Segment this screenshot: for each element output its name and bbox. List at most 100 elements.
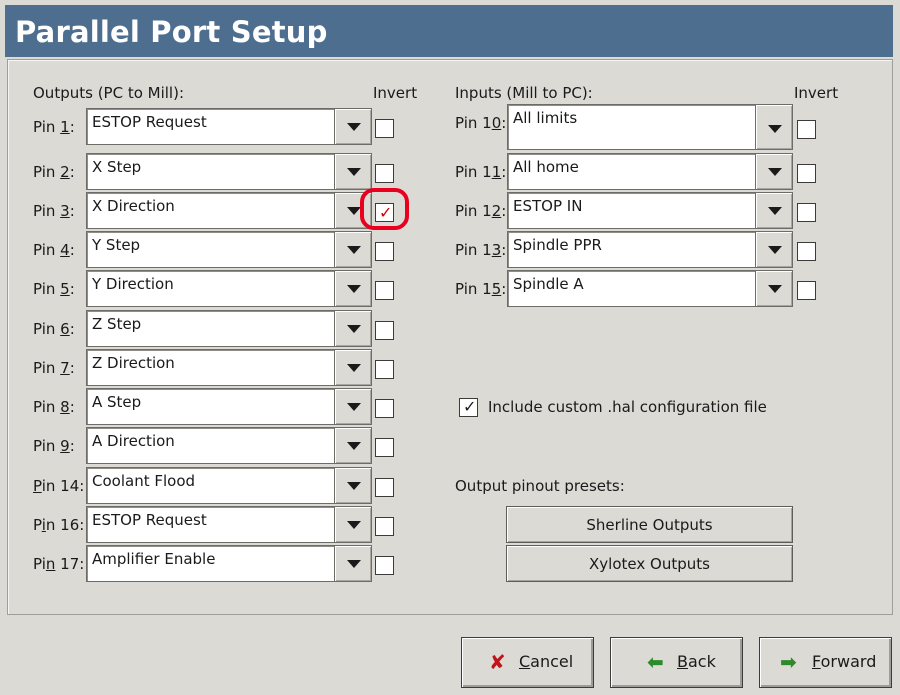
outputs-pin-combo[interactable]: Y Direction [86, 270, 372, 307]
forward-label: Forward [812, 652, 877, 671]
combo-dropdown-button[interactable] [334, 270, 372, 307]
chevron-down-icon [347, 285, 361, 293]
outputs-pin-value: Amplifier Enable [92, 550, 216, 568]
outputs-invert-header: Invert [373, 84, 418, 102]
outputs-pin-combo[interactable]: X Step [86, 153, 372, 190]
checkmark-icon: ✓ [463, 397, 477, 416]
outputs-pin-combo[interactable]: ESTOP Request [86, 506, 372, 543]
combo-dropdown-button[interactable] [334, 310, 372, 347]
chevron-down-icon [347, 123, 361, 131]
inputs-pin-combo[interactable]: ESTOP IN [507, 192, 793, 229]
chevron-down-icon [347, 207, 361, 215]
annotation-highlight-circle [360, 188, 409, 230]
x-icon: ✘ [489, 650, 506, 674]
inputs-invert-header: Invert [794, 84, 839, 102]
outputs-pin-combo[interactable]: Z Step [86, 310, 372, 347]
inputs-pin-label: Pin 15: [455, 280, 507, 298]
outputs-invert-checkbox[interactable] [375, 119, 394, 138]
xylotex-outputs-button[interactable]: Xylotex Outputs [506, 545, 793, 582]
outputs-invert-checkbox[interactable] [375, 399, 394, 418]
outputs-pin-value: Y Step [92, 236, 141, 254]
outputs-invert-checkbox[interactable] [375, 242, 394, 261]
outputs-pin-label: Pin 5: [33, 280, 75, 298]
chevron-down-icon [768, 285, 782, 293]
outputs-pin-value: Z Direction [92, 354, 175, 372]
outputs-invert-checkbox[interactable] [375, 360, 394, 379]
inputs-invert-checkbox[interactable] [797, 120, 816, 139]
inputs-invert-checkbox[interactable] [797, 164, 816, 183]
outputs-invert-checkbox[interactable] [375, 438, 394, 457]
outputs-invert-checkbox[interactable] [375, 556, 394, 575]
chevron-down-icon [347, 560, 361, 568]
presets-header: Output pinout presets: [455, 477, 625, 495]
combo-dropdown-button[interactable] [334, 349, 372, 386]
custom-hal-label: Include custom .hal configuration file [488, 398, 767, 416]
inputs-pin-label: Pin 11: [455, 163, 507, 181]
title-bar: Parallel Port Setup [5, 5, 893, 57]
inputs-header: Inputs (Mill to PC): [455, 84, 593, 102]
combo-dropdown-button[interactable] [334, 427, 372, 464]
outputs-pin-value: ESTOP Request [92, 113, 207, 131]
outputs-pin-value: X Direction [92, 197, 175, 215]
inputs-pin-label: Pin 12: [455, 202, 507, 220]
combo-dropdown-button[interactable] [755, 192, 793, 229]
chevron-down-icon [347, 168, 361, 176]
outputs-pin-combo[interactable]: Z Direction [86, 349, 372, 386]
outputs-invert-checkbox[interactable] [375, 281, 394, 300]
outputs-pin-value: X Step [92, 158, 142, 176]
outputs-pin-combo[interactable]: X Direction [86, 192, 372, 229]
outputs-pin-label: Pin 2: [33, 163, 75, 181]
combo-dropdown-button[interactable] [334, 545, 372, 582]
outputs-pin-combo[interactable]: ESTOP Request [86, 108, 372, 145]
chevron-down-icon [768, 246, 782, 254]
inputs-pin-combo[interactable]: Spindle PPR [507, 231, 793, 268]
forward-button[interactable]: ➡ Forward [759, 637, 892, 688]
cancel-button[interactable]: ✘ Cancel [461, 637, 594, 688]
inputs-pin-combo[interactable]: All home [507, 153, 793, 190]
combo-dropdown-button[interactable] [755, 231, 793, 268]
outputs-header: Outputs (PC to Mill): [33, 84, 185, 102]
combo-dropdown-button[interactable] [755, 153, 793, 190]
combo-dropdown-button[interactable] [334, 467, 372, 504]
outputs-pin-combo[interactable]: Y Step [86, 231, 372, 268]
outputs-pin-label: Pin 7: [33, 359, 75, 377]
combo-dropdown-button[interactable] [334, 153, 372, 190]
chevron-down-icon [347, 521, 361, 529]
combo-dropdown-button[interactable] [755, 270, 793, 307]
inputs-invert-checkbox[interactable] [797, 203, 816, 222]
outputs-pin-value: A Direction [92, 432, 175, 450]
outputs-invert-checkbox[interactable] [375, 517, 394, 536]
outputs-pin-label: Pin 14: [33, 477, 85, 495]
inputs-pin-combo[interactable]: All limits [507, 104, 793, 150]
outputs-pin-value: Z Step [92, 315, 142, 333]
outputs-pin-label: Pin 16: [33, 516, 85, 534]
arrow-left-icon: ⬅ [647, 650, 664, 674]
cancel-label: Cancel [519, 652, 574, 671]
back-button[interactable]: ⬅ Back [610, 637, 743, 688]
outputs-pin-value: Y Direction [92, 275, 174, 293]
inputs-pin-value: All home [513, 158, 579, 176]
outputs-pin-combo[interactable]: A Step [86, 388, 372, 425]
xylotex-outputs-label: Xylotex Outputs [589, 555, 710, 573]
combo-dropdown-button[interactable] [334, 108, 372, 145]
outputs-invert-checkbox[interactable] [375, 164, 394, 183]
custom-hal-checkbox[interactable]: ✓ [459, 397, 478, 417]
outputs-invert-checkbox[interactable] [375, 321, 394, 340]
chevron-down-icon [347, 325, 361, 333]
inputs-pin-combo[interactable]: Spindle A [507, 270, 793, 307]
combo-dropdown-button[interactable] [755, 104, 793, 150]
outputs-pin-combo[interactable]: Amplifier Enable [86, 545, 372, 582]
inputs-invert-checkbox[interactable] [797, 242, 816, 261]
outputs-invert-checkbox[interactable] [375, 478, 394, 497]
combo-dropdown-button[interactable] [334, 231, 372, 268]
outputs-pin-combo[interactable]: Coolant Flood [86, 467, 372, 504]
inputs-invert-checkbox[interactable] [797, 281, 816, 300]
chevron-down-icon [768, 168, 782, 176]
chevron-down-icon [768, 207, 782, 215]
outputs-pin-combo[interactable]: A Direction [86, 427, 372, 464]
chevron-down-icon [347, 403, 361, 411]
sherline-outputs-button[interactable]: Sherline Outputs [506, 506, 793, 543]
combo-dropdown-button[interactable] [334, 506, 372, 543]
inputs-pin-value: ESTOP IN [513, 197, 583, 215]
combo-dropdown-button[interactable] [334, 388, 372, 425]
